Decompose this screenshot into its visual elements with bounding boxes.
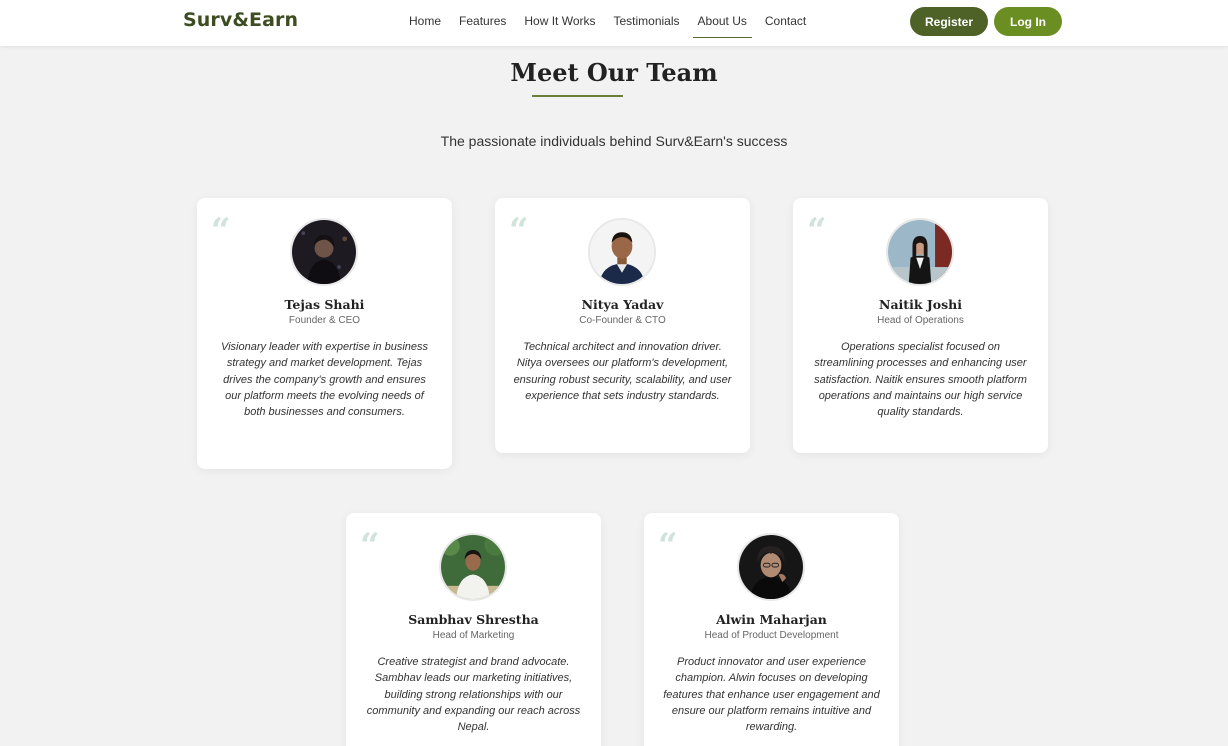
- team-card: “ Alwin Maharjan Head of Product Develop…: [644, 513, 899, 746]
- member-bio: Visionary leader with expertise in busin…: [220, 341, 429, 419]
- team-card: “ Naitik Joshi Head of Operations Operat…: [793, 198, 1048, 453]
- brand-logo[interactable]: Surv&Earn: [183, 9, 298, 31]
- avatar: [439, 533, 507, 601]
- login-button[interactable]: Log In: [994, 7, 1062, 36]
- member-name: Tejas Shahi: [284, 297, 365, 312]
- avatar: [290, 218, 358, 286]
- section-title: Meet Our Team: [510, 58, 718, 87]
- member-role: Founder & CEO: [288, 315, 361, 326]
- nav-link-about-us[interactable]: About Us: [692, 14, 752, 38]
- team-card: “ Sambhav Shrestha Head of Marketing Cre…: [346, 513, 601, 746]
- nav-link-how-it-works[interactable]: How It Works: [524, 14, 595, 38]
- navbar: Surv&Earn Home Features How It Works Tes…: [0, 0, 1228, 46]
- member-role: Head of Product Development: [704, 630, 839, 641]
- avatar: [737, 533, 805, 601]
- member-bio: Operations specialist focused on streaml…: [814, 341, 1027, 419]
- avatar: [886, 218, 954, 286]
- member-role: Head of Operations: [877, 315, 964, 326]
- member-bio: Product innovator and user experience ch…: [663, 656, 880, 734]
- member-name: Alwin Maharjan: [716, 612, 827, 627]
- section-subtitle: The passionate individuals behind Surv&E…: [440, 133, 788, 149]
- nav-link-contact[interactable]: Contact: [765, 14, 806, 38]
- quote-icon: “: [509, 211, 529, 251]
- quote-icon: “: [807, 211, 827, 251]
- quote-icon: “: [360, 526, 380, 566]
- member-name: Nitya Yadav: [581, 297, 664, 312]
- member-bio: Creative strategist and brand advocate. …: [366, 656, 581, 734]
- member-name: Naitik Joshi: [879, 297, 962, 312]
- member-role: Co-Founder & CTO: [579, 315, 666, 326]
- quote-icon: “: [658, 526, 678, 566]
- member-bio: Technical architect and innovation drive…: [513, 341, 732, 402]
- member-role: Head of Marketing: [432, 630, 515, 641]
- member-name: Sambhav Shrestha: [408, 612, 539, 627]
- quote-icon: “: [211, 211, 231, 251]
- team-card: “ Nitya Yadav Co-Founder & CTO Technical…: [495, 198, 750, 453]
- register-button[interactable]: Register: [910, 7, 988, 36]
- nav-link-home[interactable]: Home: [409, 14, 441, 38]
- nav-links: Home Features How It Works Testimonials …: [409, 14, 824, 38]
- title-underline: [532, 95, 623, 97]
- nav-link-testimonials[interactable]: Testimonials: [614, 14, 680, 38]
- avatar: [588, 218, 656, 286]
- nav-link-features[interactable]: Features: [459, 14, 506, 38]
- team-card: “ Tejas Shahi Founder & CEO Visionary le…: [197, 198, 452, 469]
